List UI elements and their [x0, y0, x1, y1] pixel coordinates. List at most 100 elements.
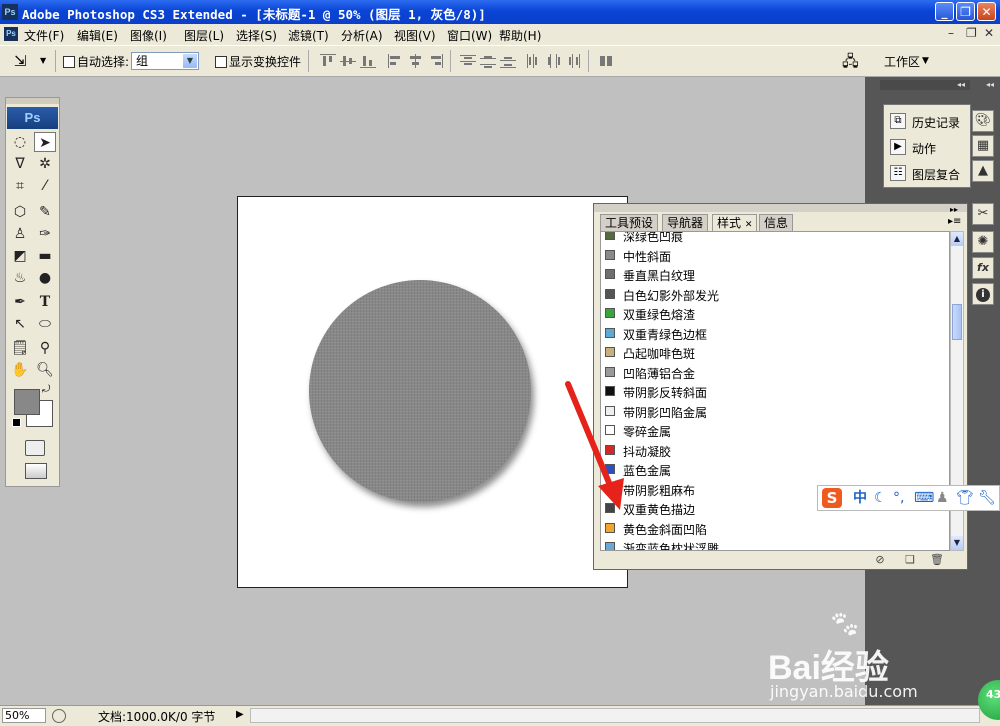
dodge-tool-icon[interactable]: ● [34, 268, 56, 288]
new-style-icon[interactable]: ❏ [904, 554, 916, 566]
scroll-thumb[interactable] [952, 304, 962, 340]
style-list-item[interactable]: 中性斜面 [601, 246, 949, 265]
clone-source-icon[interactable]: ✺ [972, 231, 994, 253]
toolbox-logo[interactable]: Ps [7, 107, 58, 129]
horizontal-scrollbar[interactable] [250, 708, 980, 723]
align-right-icon[interactable] [428, 54, 444, 68]
delete-style-icon[interactable]: 🗑︎ [930, 554, 944, 566]
panel-collapse-icon[interactable]: ▸▸ [950, 205, 958, 214]
style-list-item[interactable]: 垂直黑白纹理 [601, 265, 949, 284]
style-list-item[interactable]: 深绿色凹痕 [601, 232, 949, 245]
tab-tool-presets[interactable]: 工具预设 [600, 214, 659, 232]
panel-grip[interactable] [594, 204, 967, 212]
distribute-top-icon[interactable] [460, 54, 476, 68]
notes-tool-icon[interactable]: 🗒 [9, 338, 31, 358]
distribute-left-icon[interactable] [526, 54, 542, 68]
style-list-item[interactable]: 零碎金属 [601, 421, 949, 440]
ime-settings-wrench-icon[interactable]: 🔧︎ [978, 490, 996, 506]
align-left-icon[interactable] [388, 54, 404, 68]
eyedropper-tool-icon[interactable]: ⚲ [34, 338, 56, 358]
swatches-icon[interactable]: ▦ [972, 135, 994, 157]
crop-tool-icon[interactable]: ⌗ [9, 176, 31, 196]
magic-wand-tool-icon[interactable]: ✲ [34, 154, 56, 174]
type-tool-icon[interactable]: T [34, 292, 56, 312]
distribute-vertical-center-icon[interactable] [480, 54, 496, 68]
ime-mode-chinese[interactable]: 中 [853, 490, 867, 506]
menu-filter[interactable]: 滤镜(T) [288, 27, 329, 44]
eraser-tool-icon[interactable]: ◩ [9, 246, 31, 266]
menu-window[interactable]: 窗口(W) [447, 27, 492, 44]
distribute-horizontal-center-icon[interactable] [546, 54, 562, 68]
workspace-label[interactable]: 工作区 [884, 53, 920, 70]
color-palette-icon[interactable]: 🎨︎ [972, 110, 994, 132]
workspace-chevron-down-icon[interactable]: ▼ [922, 56, 929, 66]
style-list-item[interactable]: 双重绿色熔渣 [601, 304, 949, 323]
tab-close-icon[interactable]: ✕ [745, 220, 753, 230]
quick-mask-icon[interactable] [25, 440, 45, 456]
dock-collapse-icon-2[interactable]: ◂◂ [986, 80, 994, 89]
menu-help[interactable]: 帮助(H) [499, 27, 541, 44]
clone-stamp-tool-icon[interactable]: ♙ [9, 224, 31, 244]
zoom-field[interactable]: 50% [2, 708, 46, 723]
clear-style-icon[interactable]: ⊘ [874, 554, 886, 566]
foreground-color-swatch[interactable] [14, 389, 40, 415]
menu-layer[interactable]: 图层(L) [184, 27, 224, 44]
auto-align-layers-icon[interactable] [598, 54, 614, 68]
ellipse-shape-tool-icon[interactable]: ⬭ [34, 314, 56, 334]
scroll-down-icon[interactable]: ▼ [951, 536, 963, 550]
doc-minimize-icon[interactable]: – [948, 26, 954, 40]
toolbox-header[interactable] [6, 98, 59, 104]
ime-keyboard-icon[interactable]: ⌨ [914, 490, 934, 506]
tab-navigator[interactable]: 导航器 [662, 214, 709, 232]
align-vertical-center-icon[interactable] [340, 54, 356, 68]
dock-item-layer-comps[interactable]: ☷ 图层复合 [888, 162, 968, 184]
style-list-item[interactable]: 黄色金斜面凹陷 [601, 519, 949, 538]
style-list-item[interactable]: 渐变蓝色枕状浮雕 [601, 538, 949, 550]
history-brush-tool-icon[interactable]: ✑ [34, 224, 56, 244]
marquee-tool-icon[interactable]: ◌ [9, 132, 31, 152]
blur-tool-icon[interactable]: ♨ [9, 268, 31, 288]
align-bottom-icon[interactable] [360, 54, 376, 68]
sogou-logo-icon[interactable]: S [822, 488, 842, 508]
ime-user-icon[interactable]: ♟ [936, 490, 949, 506]
style-list-item[interactable]: 带阴影凹陷金属 [601, 402, 949, 421]
panel-menu-icon[interactable]: ▸≡ [948, 216, 961, 227]
switch-colors-icon[interactable]: ⤾ [42, 384, 50, 395]
layer-styles-fx-icon[interactable]: fx [972, 257, 994, 279]
brush-tool-icon[interactable]: ✎ [34, 202, 56, 222]
zoom-tool-icon[interactable]: 🔍︎ [34, 360, 56, 380]
slice-tool-icon[interactable]: ⁄ [34, 176, 56, 196]
auto-select-dropdown[interactable]: 组 ▼ [131, 52, 199, 70]
screen-mode-icon[interactable] [25, 463, 47, 479]
pen-tool-icon[interactable]: ✒ [9, 292, 31, 312]
move-tool-preset-icon[interactable]: ⇲ [14, 52, 27, 70]
dock-collapse-icon[interactable]: ◂◂ [957, 80, 965, 89]
restore-button[interactable]: ❐ [956, 2, 975, 21]
doc-close-icon[interactable]: ✕ [984, 26, 994, 40]
distribute-right-icon[interactable] [566, 54, 582, 68]
ime-moon-icon[interactable]: ☾ [874, 490, 887, 506]
scroll-up-icon[interactable]: ▲ [951, 232, 963, 246]
dock-item-actions[interactable]: ▶ 动作 [888, 136, 968, 158]
menu-select[interactable]: 选择(S) [236, 27, 277, 44]
dock-item-history[interactable]: ⧉ 历史记录 [888, 110, 968, 132]
minimize-button[interactable]: _ [935, 2, 954, 21]
bridge-icon[interactable]: 🖧 [842, 51, 859, 76]
status-menu-arrow-icon[interactable]: ▶ [236, 709, 244, 720]
style-list-item[interactable]: 蓝色金属 [601, 460, 949, 479]
tab-styles[interactable]: 样式 ✕ [712, 214, 758, 232]
style-list-item[interactable]: 抖动凝胶 [601, 441, 949, 460]
brushes-tools-icon[interactable]: ✂ [972, 203, 994, 225]
align-top-icon[interactable] [320, 54, 336, 68]
style-list-item[interactable]: 双重青绿色边框 [601, 324, 949, 343]
menu-image[interactable]: 图像(I) [130, 27, 167, 44]
distribute-bottom-icon[interactable] [500, 54, 516, 68]
menu-edit[interactable]: 编辑(E) [77, 27, 118, 44]
preset-chevron-down-icon[interactable]: ▼ [40, 56, 46, 65]
align-horizontal-center-icon[interactable] [408, 54, 424, 68]
menu-analysis[interactable]: 分析(A) [341, 27, 383, 44]
auto-select-checkbox[interactable] [63, 56, 75, 68]
style-list-item[interactable]: 凸起咖啡色斑 [601, 343, 949, 362]
info-icon[interactable]: i [972, 283, 994, 305]
ime-punctuation-icon[interactable]: °, [893, 490, 904, 506]
